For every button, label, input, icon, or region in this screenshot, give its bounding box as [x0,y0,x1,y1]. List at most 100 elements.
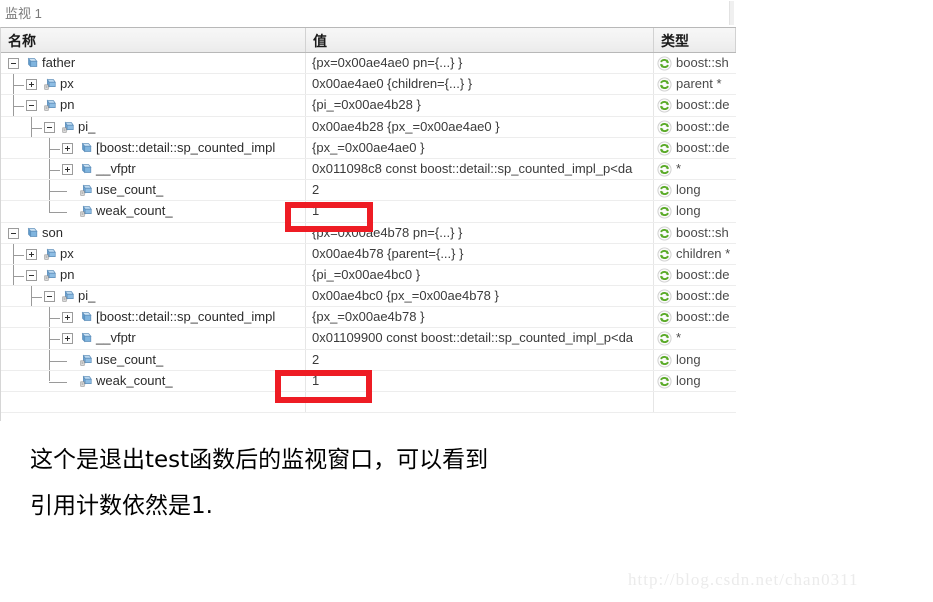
cell-name[interactable]: px [1,74,306,95]
tree-guide-horizontal [13,254,24,256]
refresh-icon[interactable] [657,204,672,219]
table-row[interactable]: pi_ 0x00ae4bc0 {px_=0x00ae4b78 } boost::de [1,286,736,308]
table-row[interactable]: use_count_ 2 long [1,349,736,371]
panel-vertical-scrollbar[interactable] [729,1,734,25]
collapse-node-icon[interactable] [44,121,55,133]
cell-name[interactable] [1,392,306,413]
refresh-icon[interactable] [657,225,672,241]
cell-value[interactable]: 0x00ae4ae0 {children={...} } [306,74,654,95]
collapse-node-icon[interactable] [8,58,19,69]
watch-window-title-bar: 监视 1 [0,0,736,27]
cell-value[interactable]: 2 [306,349,654,370]
cell-name[interactable]: father [1,53,306,74]
cell-name[interactable]: __vfptr [1,328,306,349]
cell-value[interactable]: {pi_=0x00ae4b28 } [306,95,654,116]
refresh-icon[interactable] [657,310,672,325]
table-row[interactable]: __vfptr 0x01109900 const boost::detail::s… [1,328,736,350]
cell-name[interactable]: use_count_ [1,180,306,201]
cell-name[interactable]: weak_count_ [1,201,306,222]
column-header-value[interactable]: 值 [306,28,654,52]
column-header-name[interactable]: 名称 [1,28,306,52]
cell-type[interactable]: boost::sh [654,53,736,73]
cell-name[interactable]: pn [1,264,306,286]
cell-value[interactable]: {px=0x00ae4ae0 pn={...} } [306,53,654,74]
cell-type[interactable]: long [654,180,736,200]
cell-value[interactable]: {px_=0x00ae4ae0 } [306,137,654,158]
refresh-icon[interactable] [657,353,672,368]
refresh-icon[interactable] [657,162,672,177]
refresh-icon[interactable] [657,247,672,262]
refresh-icon[interactable] [657,331,672,346]
cell-name[interactable]: pi_ [1,116,306,137]
refresh-icon[interactable] [657,141,672,156]
cell-type[interactable]: * [654,159,736,179]
table-row[interactable]: px 0x00ae4ae0 {children={...} } parent * [1,74,736,96]
variable-name-label: [boost::detail::sp_counted_impl [96,139,276,155]
refresh-icon[interactable] [657,77,672,92]
cell-name[interactable]: __vfptr [1,158,306,180]
cell-name[interactable]: son [1,222,306,243]
cell-value[interactable]: 0x011098c8 const boost::detail::sp_count… [306,158,654,180]
variable-name-label: pi_ [78,288,96,304]
tree-guide-horizontal [49,169,60,171]
cell-type[interactable]: long [654,371,736,391]
cell-value[interactable]: {pi_=0x00ae4bc0 } [306,264,654,286]
cell-type[interactable]: boost::sh [654,223,736,243]
cell-value[interactable]: 2 [306,180,654,201]
expand-node-icon[interactable] [62,312,73,324]
cell-type[interactable] [654,392,736,412]
table-row[interactable]: pn {pi_=0x00ae4b28 } boost::de [1,95,736,117]
cell-type[interactable]: * [654,328,736,348]
refresh-icon[interactable] [657,98,672,113]
cell-value[interactable]: {px_=0x00ae4b78 } [306,307,654,328]
cell-type[interactable]: boost::de [654,286,736,306]
table-row[interactable]: pn {pi_=0x00ae4bc0 } boost::de [1,264,736,287]
table-row[interactable]: father {px=0x00ae4ae0 pn={...} } boost::sh [1,53,736,75]
cell-value[interactable]: 0x00ae4bc0 {px_=0x00ae4b78 } [306,286,654,307]
column-header-type[interactable]: 类型 [654,28,736,52]
cell-type[interactable]: children * [654,244,736,264]
table-row[interactable]: [boost::detail::sp_counted_impl {px_=0x00… [1,307,736,329]
refresh-icon[interactable] [657,183,672,198]
cell-type[interactable]: boost::de [654,138,736,158]
refresh-icon[interactable] [657,374,672,389]
cell-type[interactable]: parent * [654,74,736,94]
refresh-icon[interactable] [657,268,672,283]
cell-name[interactable]: [boost::detail::sp_counted_impl [1,137,306,158]
cell-value[interactable]: 0x00ae4b28 {px_=0x00ae4ae0 } [306,116,654,137]
refresh-icon[interactable] [657,120,672,135]
cell-name[interactable]: px [1,243,306,264]
cell-name[interactable]: use_count_ [1,349,306,370]
expand-node-icon[interactable] [62,333,73,345]
table-row[interactable]: px 0x00ae4b78 {parent={...} } children * [1,243,736,265]
cell-name[interactable]: pn [1,95,306,116]
table-row[interactable]: use_count_ 2 long [1,180,736,202]
expand-node-icon[interactable] [26,248,37,260]
cell-type[interactable]: long [654,350,736,370]
cell-type[interactable]: boost::de [654,117,736,137]
cell-value[interactable]: 0x01109900 const boost::detail::sp_count… [306,328,654,349]
cell-name[interactable]: weak_count_ [1,370,306,391]
tree-guide-horizontal [49,381,67,383]
cell-type[interactable]: boost::de [654,95,736,115]
table-row[interactable]: __vfptr 0x011098c8 const boost::detail::s… [1,158,736,181]
collapse-node-icon[interactable] [26,100,37,112]
table-row[interactable]: pi_ 0x00ae4b28 {px_=0x00ae4ae0 } boost::de [1,116,736,138]
cell-type[interactable]: boost::de [654,265,736,285]
cell-name[interactable]: pi_ [1,286,306,307]
expand-node-icon[interactable] [62,142,73,154]
expand-node-icon[interactable] [26,79,37,91]
refresh-icon[interactable] [657,56,672,71]
collapse-node-icon[interactable] [44,291,55,303]
cell-type[interactable]: boost::de [654,307,736,327]
cell-value[interactable]: 0x00ae4b78 {parent={...} } [306,243,654,264]
variable-icon [25,226,39,240]
expand-node-icon[interactable] [62,163,73,175]
collapse-node-icon[interactable] [8,227,19,239]
cell-name[interactable]: [boost::detail::sp_counted_impl [1,307,306,328]
table-row[interactable]: [boost::detail::sp_counted_impl {px_=0x00… [1,137,736,159]
refresh-icon[interactable] [657,289,672,304]
tree-guide-horizontal [49,148,60,150]
cell-type[interactable]: long [654,201,736,221]
collapse-node-icon[interactable] [26,269,37,281]
